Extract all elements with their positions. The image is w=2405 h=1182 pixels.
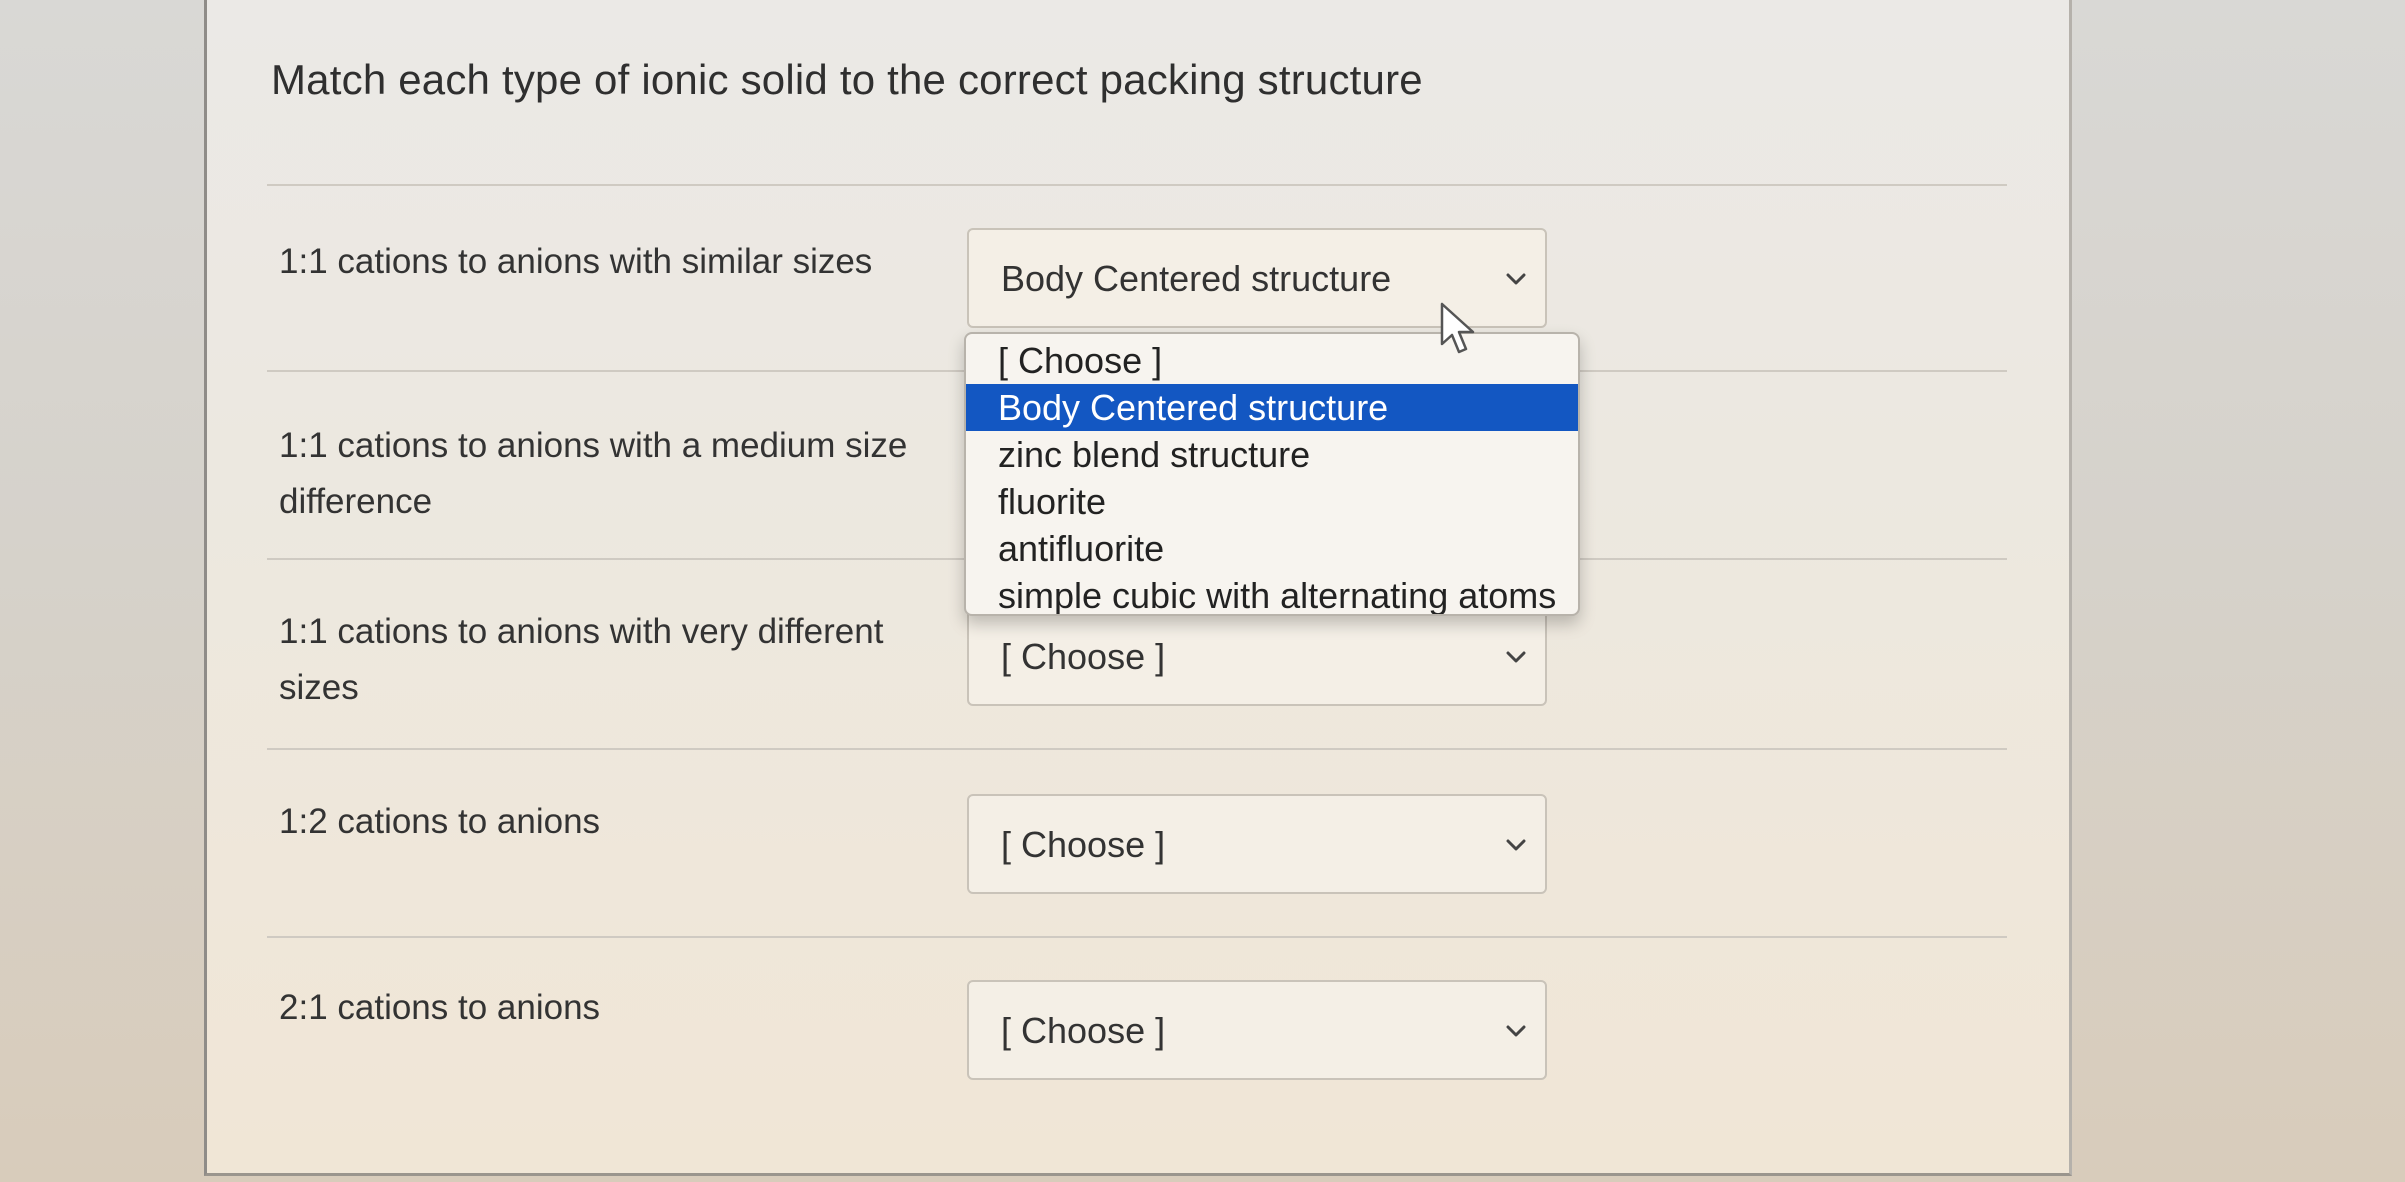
mouse-pointer-icon: [1440, 302, 1475, 354]
chevron-down-icon: [1506, 273, 1526, 285]
row-label-similar-sizes: 1:1 cations to anions with similar sizes: [279, 242, 873, 281]
select-value: [ Choose ]: [1001, 1010, 1166, 1051]
divider: [267, 936, 2007, 938]
select-value: Body Centered structure: [1001, 258, 1392, 299]
chevron-down-icon: [1506, 651, 1526, 663]
option-fluorite[interactable]: fluorite: [966, 478, 1578, 525]
option-antifluorite[interactable]: antifluorite: [966, 525, 1578, 572]
divider: [267, 748, 2007, 750]
row-label-medium-size-difference: 1:1 cations to anions with a medium size…: [279, 426, 908, 521]
option-simple-cubic[interactable]: simple cubic with alternating atoms: [966, 572, 1578, 614]
chevron-down-icon: [1506, 1025, 1526, 1037]
row-label-2-1-ratio: 2:1 cations to anions: [279, 988, 601, 1027]
answer-select-2-1-ratio[interactable]: [ Choose ]: [967, 980, 1547, 1080]
divider: [267, 184, 2007, 186]
dropdown-options-list[interactable]: [ Choose ] Body Centered structure zinc …: [964, 332, 1580, 616]
option-choose[interactable]: [ Choose ]: [966, 337, 1578, 384]
row-label-very-different-sizes: 1:1 cations to anions with very differen…: [279, 612, 884, 707]
row-label-1-2-ratio: 1:2 cations to anions: [279, 802, 601, 841]
select-value: [ Choose ]: [1001, 824, 1166, 865]
option-body-centered[interactable]: Body Centered structure: [966, 384, 1578, 431]
question-text: Match each type of ionic solid to the co…: [271, 56, 1423, 103]
answer-select-1-2-ratio[interactable]: [ Choose ]: [967, 794, 1547, 894]
chevron-down-icon: [1506, 839, 1526, 851]
option-zinc-blend[interactable]: zinc blend structure: [966, 431, 1578, 478]
answer-select-very-different-sizes[interactable]: [ Choose ]: [967, 606, 1547, 706]
select-value: [ Choose ]: [1001, 636, 1166, 677]
